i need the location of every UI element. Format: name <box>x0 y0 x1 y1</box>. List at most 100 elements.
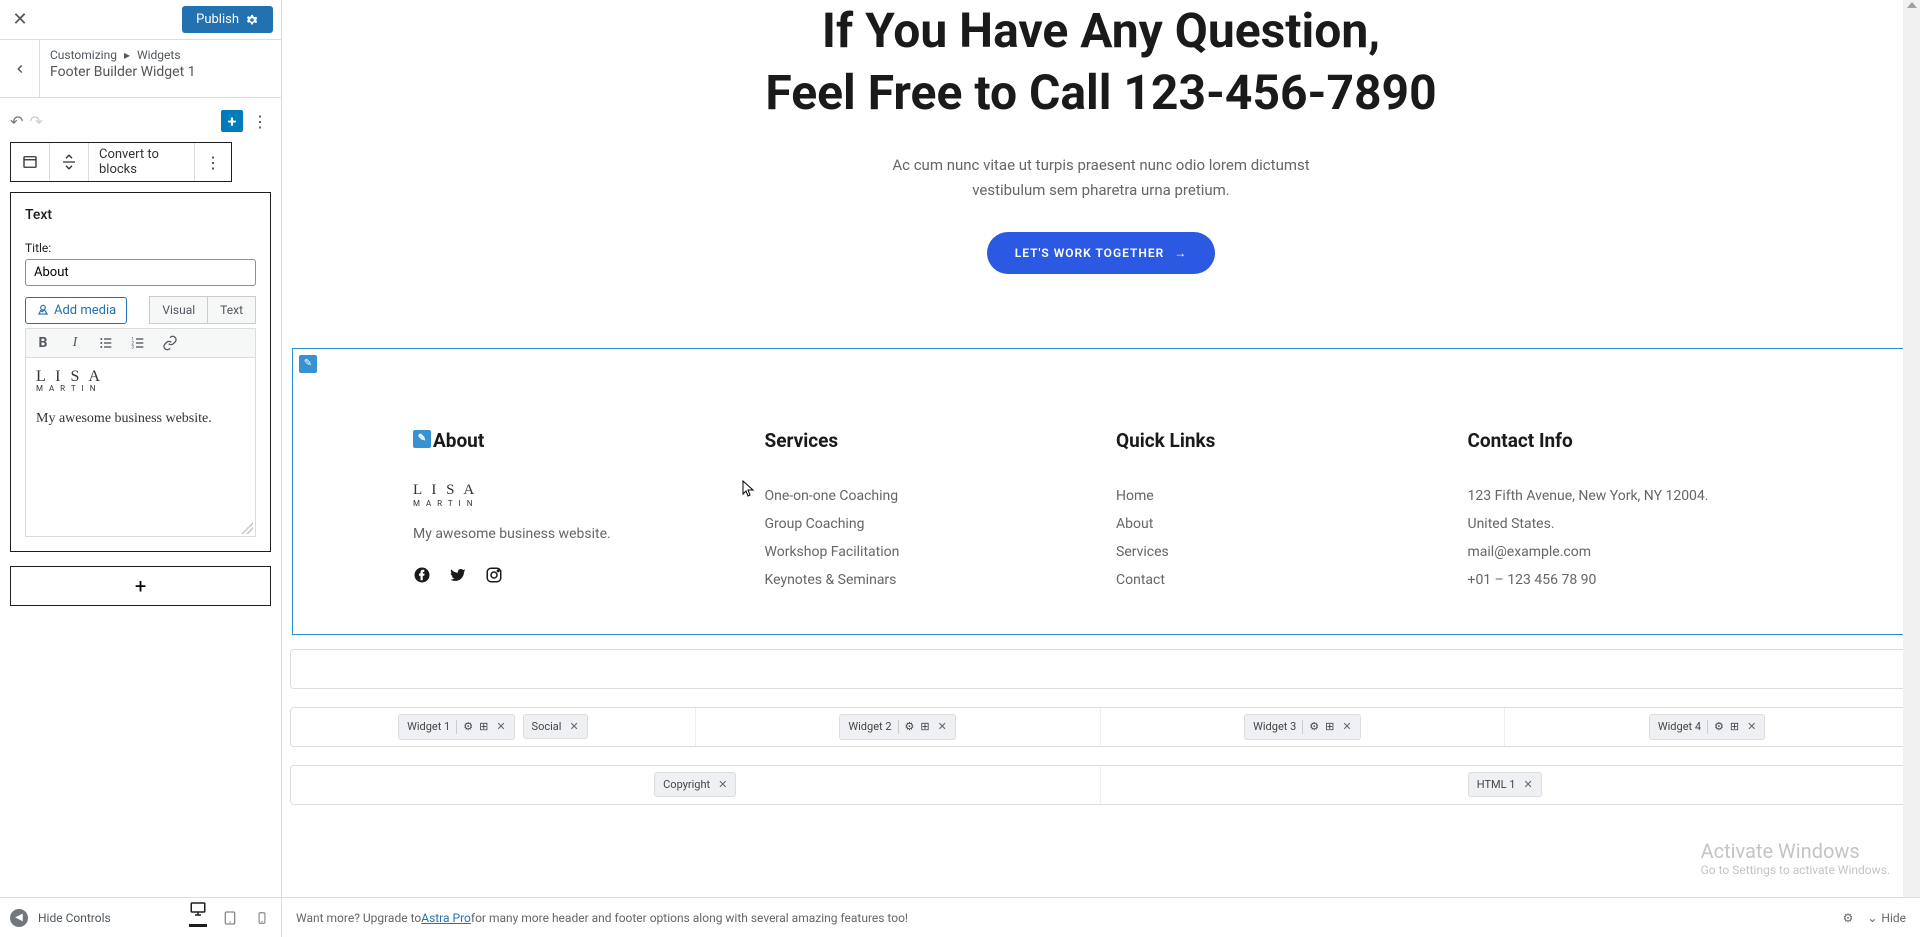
edit-widget-icon[interactable]: ✎ <box>413 430 431 448</box>
astra-pro-link[interactable]: Astra Pro <box>421 911 471 925</box>
builder-col-2[interactable]: Widget 2 ⚙ ⊞ ✕ <box>696 708 1101 746</box>
sidebar-topbar: ✕ Publish <box>0 0 281 40</box>
cta-button[interactable]: LET'S WORK TOGETHER → <box>987 232 1216 274</box>
back-button[interactable] <box>0 40 40 97</box>
footer-socials <box>413 566 735 584</box>
gear-icon[interactable]: ⚙ <box>1309 720 1319 733</box>
widget-chip-widget2[interactable]: Widget 2 ⚙ ⊞ ✕ <box>839 714 955 740</box>
vertical-scrollbar[interactable] <box>1903 0 1920 897</box>
widget-chip-social[interactable]: Social ✕ <box>523 714 588 739</box>
breadcrumb-section[interactable]: Widgets <box>137 48 181 62</box>
editor-area: ↶ ↷ + ⋮ Convert to blocks <box>0 98 281 920</box>
chevron-right-icon: ▸ <box>124 48 130 62</box>
twitter-icon[interactable] <box>449 566 467 584</box>
widget-chip-widget1[interactable]: Widget 1 ⚙ ⊞ ✕ <box>398 714 514 740</box>
visual-editor-body[interactable]: L I S A M A R T I N My awesome business … <box>25 357 256 537</box>
list-item[interactable]: One-on-one Coaching <box>765 482 1087 510</box>
append-block-button[interactable]: + <box>10 566 271 606</box>
instagram-icon[interactable] <box>485 566 503 584</box>
preview-pane: If You Have Any Question, Feel Free to C… <box>282 0 1920 897</box>
block-more-button[interactable]: ⋮ <box>195 143 231 181</box>
editor-tab-visual[interactable]: Visual <box>149 296 207 324</box>
builder-col-1[interactable]: Widget 1 ⚙ ⊞ ✕ Social ✕ <box>291 708 696 746</box>
breadcrumb-line: Customizing ▸ Widgets <box>50 48 271 62</box>
add-media-button[interactable]: Add media <box>25 297 127 324</box>
expand-icon[interactable]: ⊞ <box>479 720 488 733</box>
list-item[interactable]: Home <box>1116 482 1438 510</box>
bold-button[interactable]: B <box>34 335 52 351</box>
gear-icon[interactable]: ⚙ <box>1843 911 1854 925</box>
builder-col-bottom-1[interactable]: Copyright ✕ <box>291 766 1101 804</box>
list-item[interactable]: About <box>1116 510 1438 538</box>
footer-quicklinks-list: Home About Services Contact <box>1116 482 1438 594</box>
widget-chip-widget3[interactable]: Widget 3 ⚙ ⊞ ✕ <box>1244 714 1360 740</box>
hide-controls-label[interactable]: Hide Controls <box>38 911 111 925</box>
builder-col-3[interactable]: Widget 3 ⚙ ⊞ ✕ <box>1101 708 1506 746</box>
more-options-button[interactable]: ⋮ <box>249 110 271 132</box>
link-button[interactable] <box>162 335 180 351</box>
list-item[interactable]: Workshop Facilitation <box>765 538 1087 566</box>
expand-icon[interactable]: ⊞ <box>1730 720 1739 733</box>
widget-chip-widget4[interactable]: Widget 4 ⚙ ⊞ ✕ <box>1649 714 1765 740</box>
gear-icon[interactable]: ⚙ <box>463 720 473 733</box>
block-type-button[interactable] <box>11 143 50 181</box>
footer-col-about: ✎ About L I S A M A R T I N My awesome b… <box>413 429 735 594</box>
list-item[interactable]: +01 – 123 456 78 90 <box>1468 566 1790 594</box>
add-block-button[interactable]: + <box>221 110 243 132</box>
add-media-label: Add media <box>54 303 116 318</box>
tablet-icon[interactable] <box>221 909 239 927</box>
widget-chip-html1[interactable]: HTML 1 ✕ <box>1468 772 1542 797</box>
italic-button[interactable]: I <box>66 335 84 351</box>
expand-icon[interactable]: ⊞ <box>1325 720 1334 733</box>
list-item[interactable]: Services <box>1116 538 1438 566</box>
builder-col-4[interactable]: Widget 4 ⚙ ⊞ ✕ <box>1505 708 1909 746</box>
move-block-button[interactable] <box>50 143 89 181</box>
list-item[interactable]: Keynotes & Seminars <box>765 566 1087 594</box>
row-settings-button[interactable]: ⚙ <box>282 784 284 804</box>
row-settings-button[interactable]: ⚙ <box>282 726 284 746</box>
facebook-icon[interactable] <box>413 566 431 584</box>
chip-label: Widget 2 <box>848 720 891 733</box>
gear-icon[interactable]: ⚙ <box>1714 720 1724 733</box>
hide-builder-button[interactable]: ⌄ Hide <box>1867 911 1906 925</box>
widget-title-input[interactable] <box>25 259 256 286</box>
undo-button[interactable]: ↶ <box>10 112 23 131</box>
close-customizer-button[interactable]: ✕ <box>8 8 32 32</box>
builder-col-bottom-2[interactable]: HTML 1 ✕ <box>1101 766 1910 804</box>
list-item[interactable]: Group Coaching <box>765 510 1087 538</box>
list-item[interactable]: Contact <box>1116 566 1438 594</box>
hero-sub1: Ac cum nunc vitae ut turpis praesent nun… <box>892 156 1309 174</box>
editor-logo-sub: M A R T I N <box>36 384 245 393</box>
list-item[interactable]: mail@example.com <box>1468 538 1790 566</box>
close-icon[interactable]: ✕ <box>1523 778 1532 791</box>
close-icon[interactable]: ✕ <box>1342 720 1351 733</box>
mobile-icon[interactable] <box>253 909 271 927</box>
bullet-list-button[interactable] <box>98 335 116 351</box>
publish-button[interactable]: Publish <box>182 6 273 33</box>
expand-icon[interactable]: ⊞ <box>920 720 929 733</box>
footer-col4-title: Contact Info <box>1468 429 1790 452</box>
row-settings-button[interactable]: ⚙ <box>282 668 284 688</box>
editor-tab-text[interactable]: Text <box>207 296 256 324</box>
close-icon[interactable]: ✕ <box>718 778 727 791</box>
chip-label: Social <box>532 720 562 733</box>
desktop-icon[interactable] <box>189 909 207 927</box>
resize-handle[interactable] <box>241 522 253 534</box>
footer-preview-section[interactable]: ✎ ✎ About L I S A M A R T I N My awesome… <box>292 348 1910 635</box>
close-icon[interactable]: ✕ <box>496 720 505 733</box>
editor-toolbar: ↶ ↷ + ⋮ <box>10 108 271 134</box>
close-icon[interactable]: ✕ <box>569 720 578 733</box>
collapse-icon[interactable]: ◀ <box>10 909 28 927</box>
numbered-list-button[interactable]: 123 <box>130 335 148 351</box>
list-item: United States. <box>1468 510 1790 538</box>
widget-chip-copyright[interactable]: Copyright ✕ <box>654 772 736 797</box>
edit-section-icon[interactable]: ✎ <box>299 355 317 373</box>
close-icon[interactable]: ✕ <box>1747 720 1756 733</box>
convert-to-blocks-button[interactable]: Convert to blocks <box>89 143 195 181</box>
builder-row-top[interactable] <box>290 649 1910 689</box>
convert-label: Convert to blocks <box>99 147 184 177</box>
close-icon[interactable]: ✕ <box>938 720 947 733</box>
builder-row-bottom: Copyright ✕ HTML 1 ✕ <box>290 765 1910 805</box>
hero-line2: Feel Free to Call 123-456-7890 <box>765 64 1436 121</box>
gear-icon[interactable]: ⚙ <box>905 720 915 733</box>
